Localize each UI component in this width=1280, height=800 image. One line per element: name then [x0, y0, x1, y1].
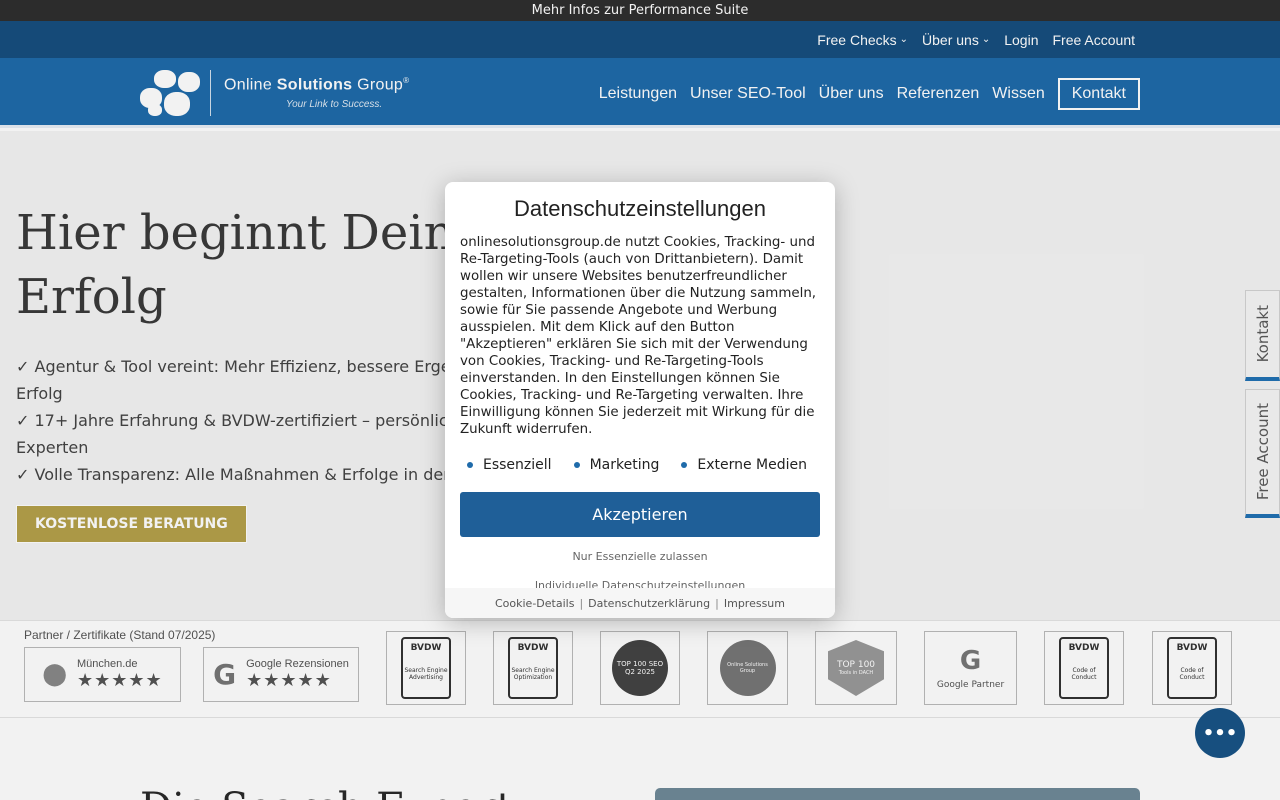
- bullet-icon: [681, 462, 688, 468]
- accept-button[interactable]: Akzeptieren: [460, 492, 820, 537]
- cookie-consent-modal: Datenschutzeinstellungen onlinesolutions…: [445, 182, 835, 618]
- consent-categories: Essenziell Marketing Externe Medien: [445, 457, 835, 473]
- bullet-icon: [573, 462, 580, 468]
- only-essential-link[interactable]: Nur Essenzielle zulassen: [445, 550, 835, 563]
- bullet-icon: [467, 462, 473, 468]
- separator: |: [715, 596, 719, 610]
- chat-button[interactable]: •••: [1195, 708, 1245, 758]
- imprint-link[interactable]: Impressum: [724, 597, 785, 610]
- chat-bubble-icon: •••: [1202, 722, 1238, 744]
- cookie-details-link[interactable]: Cookie-Details: [495, 597, 574, 610]
- category-label: Marketing: [589, 457, 660, 473]
- separator: |: [579, 596, 584, 610]
- modal-title: Datenschutzeinstellungen: [514, 196, 766, 221]
- category-label: Externe Medien: [697, 457, 807, 473]
- category-external-media[interactable]: Externe Medien: [681, 457, 807, 473]
- modal-footer: Cookie-Details | Datenschutzerklärung | …: [445, 588, 835, 618]
- side-tab-label: Free Account: [1253, 403, 1272, 501]
- side-tab-contact[interactable]: Kontakt: [1245, 290, 1280, 381]
- modal-text: onlinesolutionsgroup.de nutzt Cookies, T…: [460, 235, 817, 437]
- side-tab-label: Kontakt: [1253, 305, 1272, 363]
- category-label: Essenziell: [483, 457, 552, 473]
- privacy-policy-link[interactable]: Datenschutzerklärung: [588, 597, 710, 610]
- category-essential[interactable]: Essenziell: [467, 457, 552, 473]
- side-tab-free-account[interactable]: Free Account: [1245, 389, 1280, 518]
- category-marketing[interactable]: Marketing: [573, 457, 660, 473]
